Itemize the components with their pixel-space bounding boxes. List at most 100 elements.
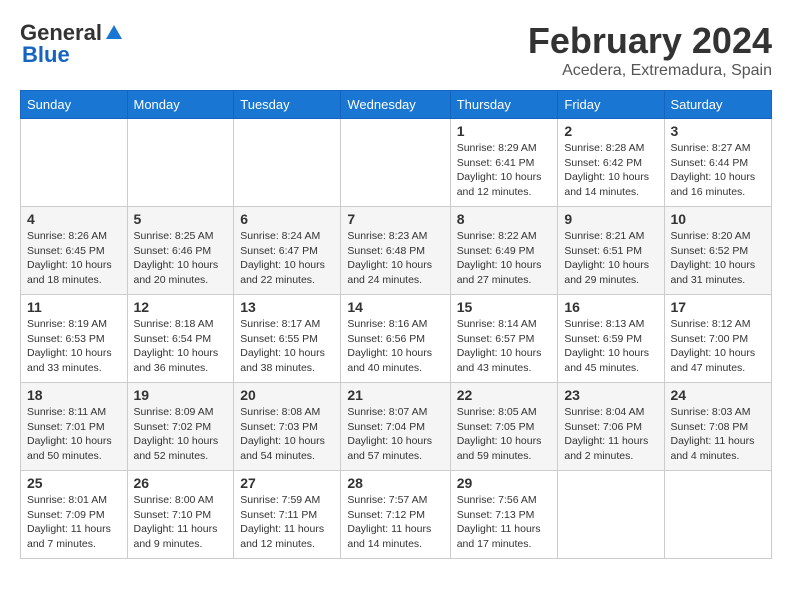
week-row-2: 4 Sunrise: 8:26 AM Sunset: 6:45 PM Daylig… — [21, 207, 772, 295]
day-number: 28 — [347, 475, 443, 491]
day-info: Sunrise: 8:01 AM Sunset: 7:09 PM Dayligh… — [27, 493, 121, 552]
calendar-cell: 17 Sunrise: 8:12 AM Sunset: 7:00 PM Dayli… — [664, 295, 772, 383]
calendar-cell: 21 Sunrise: 8:07 AM Sunset: 7:04 PM Dayli… — [341, 383, 450, 471]
day-info: Sunrise: 8:11 AM Sunset: 7:01 PM Dayligh… — [27, 405, 121, 464]
day-info: Sunrise: 8:16 AM Sunset: 6:56 PM Dayligh… — [347, 317, 443, 376]
day-info: Sunrise: 8:00 AM Sunset: 7:10 PM Dayligh… — [134, 493, 228, 552]
day-info: Sunrise: 7:57 AM Sunset: 7:12 PM Dayligh… — [347, 493, 443, 552]
col-header-sunday: Sunday — [21, 91, 128, 119]
day-number: 17 — [671, 299, 766, 315]
day-number: 26 — [134, 475, 228, 491]
calendar-cell — [21, 119, 128, 207]
logo-blue: Blue — [22, 42, 70, 68]
calendar-cell: 22 Sunrise: 8:05 AM Sunset: 7:05 PM Dayli… — [450, 383, 558, 471]
calendar-cell: 13 Sunrise: 8:17 AM Sunset: 6:55 PM Dayli… — [234, 295, 341, 383]
calendar-cell — [664, 471, 772, 559]
week-row-4: 18 Sunrise: 8:11 AM Sunset: 7:01 PM Dayli… — [21, 383, 772, 471]
col-header-friday: Friday — [558, 91, 664, 119]
day-info: Sunrise: 8:24 AM Sunset: 6:47 PM Dayligh… — [240, 229, 334, 288]
day-number: 8 — [457, 211, 552, 227]
calendar-cell: 10 Sunrise: 8:20 AM Sunset: 6:52 PM Dayli… — [664, 207, 772, 295]
day-number: 4 — [27, 211, 121, 227]
day-number: 7 — [347, 211, 443, 227]
day-number: 9 — [564, 211, 657, 227]
day-info: Sunrise: 8:17 AM Sunset: 6:55 PM Dayligh… — [240, 317, 334, 376]
day-number: 19 — [134, 387, 228, 403]
week-row-3: 11 Sunrise: 8:19 AM Sunset: 6:53 PM Dayli… — [21, 295, 772, 383]
day-info: Sunrise: 8:04 AM Sunset: 7:06 PM Dayligh… — [564, 405, 657, 464]
week-row-5: 25 Sunrise: 8:01 AM Sunset: 7:09 PM Dayli… — [21, 471, 772, 559]
day-info: Sunrise: 8:26 AM Sunset: 6:45 PM Dayligh… — [27, 229, 121, 288]
location: Acedera, Extremadura, Spain — [528, 62, 772, 80]
calendar-cell — [127, 119, 234, 207]
day-info: Sunrise: 8:14 AM Sunset: 6:57 PM Dayligh… — [457, 317, 552, 376]
day-number: 29 — [457, 475, 552, 491]
calendar-cell: 19Sunrise: 8:09 AM Sunset: 7:02 PM Dayli… — [127, 383, 234, 471]
calendar-cell: 4 Sunrise: 8:26 AM Sunset: 6:45 PM Daylig… — [21, 207, 128, 295]
logo-icon — [104, 23, 124, 43]
calendar-cell — [234, 119, 341, 207]
calendar-cell: 5 Sunrise: 8:25 AM Sunset: 6:46 PM Daylig… — [127, 207, 234, 295]
day-number: 5 — [134, 211, 228, 227]
calendar-cell: 26 Sunrise: 8:00 AM Sunset: 7:10 PM Dayli… — [127, 471, 234, 559]
day-number: 10 — [671, 211, 766, 227]
calendar-cell: 11 Sunrise: 8:19 AM Sunset: 6:53 PM Dayli… — [21, 295, 128, 383]
col-header-saturday: Saturday — [664, 91, 772, 119]
day-info: Sunrise: 8:07 AM Sunset: 7:04 PM Dayligh… — [347, 405, 443, 464]
calendar-cell: 18 Sunrise: 8:11 AM Sunset: 7:01 PM Dayli… — [21, 383, 128, 471]
day-info: Sunrise: 8:05 AM Sunset: 7:05 PM Dayligh… — [457, 405, 552, 464]
day-number: 18 — [27, 387, 121, 403]
calendar-cell: 14 Sunrise: 8:16 AM Sunset: 6:56 PM Dayli… — [341, 295, 450, 383]
day-number: 20 — [240, 387, 334, 403]
col-header-thursday: Thursday — [450, 91, 558, 119]
day-number: 12 — [134, 299, 228, 315]
day-info: Sunrise: 8:25 AM Sunset: 6:46 PM Dayligh… — [134, 229, 228, 288]
day-number: 23 — [564, 387, 657, 403]
day-info: Sunrise: 8:21 AM Sunset: 6:51 PM Dayligh… — [564, 229, 657, 288]
calendar-cell: 6 Sunrise: 8:24 AM Sunset: 6:47 PM Daylig… — [234, 207, 341, 295]
day-number: 24 — [671, 387, 766, 403]
calendar-cell — [341, 119, 450, 207]
day-number: 11 — [27, 299, 121, 315]
day-number: 25 — [27, 475, 121, 491]
day-number: 14 — [347, 299, 443, 315]
day-info: Sunrise: 8:20 AM Sunset: 6:52 PM Dayligh… — [671, 229, 766, 288]
day-number: 3 — [671, 123, 766, 139]
calendar-cell: 15 Sunrise: 8:14 AM Sunset: 6:57 PM Dayli… — [450, 295, 558, 383]
calendar-cell: 24Sunrise: 8:03 AM Sunset: 7:08 PM Dayli… — [664, 383, 772, 471]
title-area: February 2024 Acedera, Extremadura, Spai… — [528, 20, 772, 80]
day-info: Sunrise: 8:19 AM Sunset: 6:53 PM Dayligh… — [27, 317, 121, 376]
day-number: 15 — [457, 299, 552, 315]
calendar-cell: 2Sunrise: 8:28 AM Sunset: 6:42 PM Daylig… — [558, 119, 664, 207]
day-number: 16 — [564, 299, 657, 315]
calendar-cell: 3 Sunrise: 8:27 AM Sunset: 6:44 PM Daylig… — [664, 119, 772, 207]
calendar-cell: 29 Sunrise: 7:56 AM Sunset: 7:13 PM Dayli… — [450, 471, 558, 559]
calendar-cell: 20Sunrise: 8:08 AM Sunset: 7:03 PM Dayli… — [234, 383, 341, 471]
day-info: Sunrise: 8:12 AM Sunset: 7:00 PM Dayligh… — [671, 317, 766, 376]
calendar-table: SundayMondayTuesdayWednesdayThursdayFrid… — [20, 90, 772, 559]
header: General Blue February 2024 Acedera, Extr… — [20, 20, 772, 80]
day-number: 21 — [347, 387, 443, 403]
day-info: Sunrise: 8:18 AM Sunset: 6:54 PM Dayligh… — [134, 317, 228, 376]
day-info: Sunrise: 8:27 AM Sunset: 6:44 PM Dayligh… — [671, 141, 766, 200]
day-number: 13 — [240, 299, 334, 315]
day-number: 1 — [457, 123, 552, 139]
col-header-wednesday: Wednesday — [341, 91, 450, 119]
day-number: 22 — [457, 387, 552, 403]
day-number: 6 — [240, 211, 334, 227]
calendar-cell: 27 Sunrise: 7:59 AM Sunset: 7:11 PM Dayli… — [234, 471, 341, 559]
logo: General Blue — [20, 20, 126, 68]
day-info: Sunrise: 7:56 AM Sunset: 7:13 PM Dayligh… — [457, 493, 552, 552]
calendar-cell: 8 Sunrise: 8:22 AM Sunset: 6:49 PM Daylig… — [450, 207, 558, 295]
week-row-1: 1Sunrise: 8:29 AM Sunset: 6:41 PM Daylig… — [21, 119, 772, 207]
col-header-tuesday: Tuesday — [234, 91, 341, 119]
calendar-cell: 12 Sunrise: 8:18 AM Sunset: 6:54 PM Dayli… — [127, 295, 234, 383]
calendar-cell: 16Sunrise: 8:13 AM Sunset: 6:59 PM Dayli… — [558, 295, 664, 383]
day-number: 27 — [240, 475, 334, 491]
day-info: Sunrise: 8:22 AM Sunset: 6:49 PM Dayligh… — [457, 229, 552, 288]
calendar-cell: 28 Sunrise: 7:57 AM Sunset: 7:12 PM Dayli… — [341, 471, 450, 559]
calendar-cell: 23 Sunrise: 8:04 AM Sunset: 7:06 PM Dayli… — [558, 383, 664, 471]
calendar-cell — [558, 471, 664, 559]
day-info: Sunrise: 7:59 AM Sunset: 7:11 PM Dayligh… — [240, 493, 334, 552]
calendar-cell: 25 Sunrise: 8:01 AM Sunset: 7:09 PM Dayli… — [21, 471, 128, 559]
